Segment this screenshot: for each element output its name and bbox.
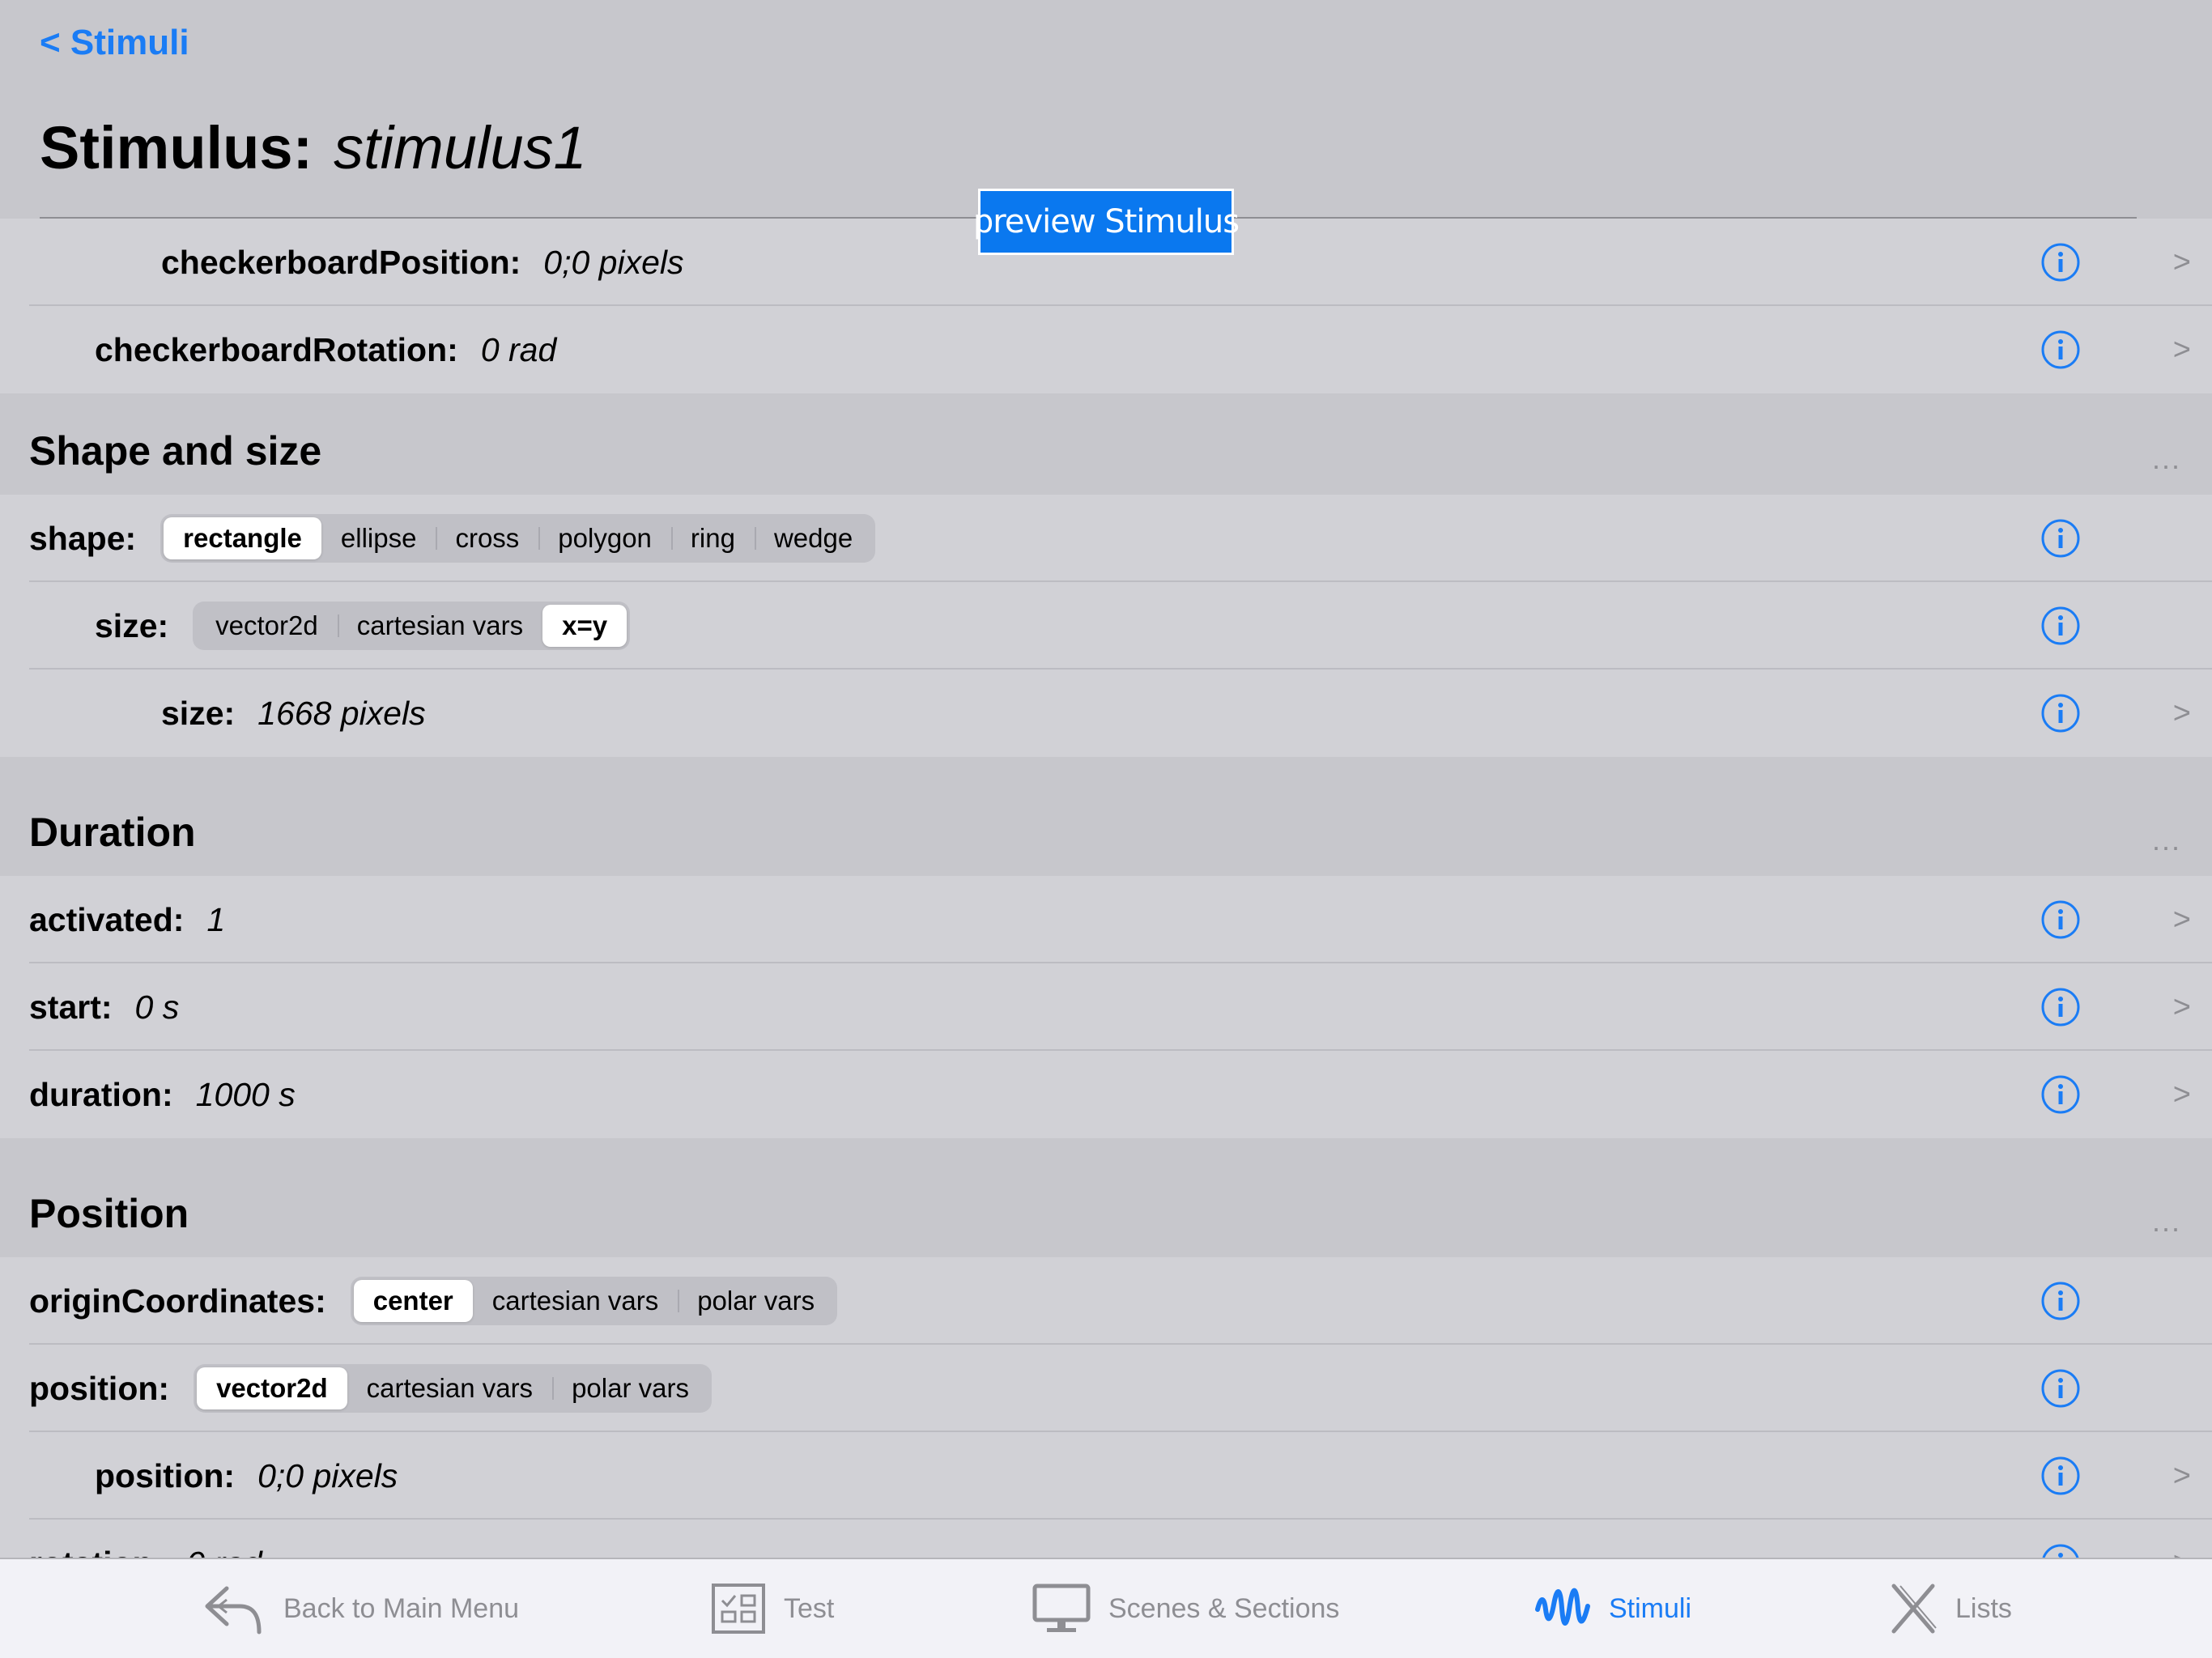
position-mode-segmented-control[interactable]: vector2d cartesian vars polar vars [194, 1364, 712, 1413]
section-title-shape-and-size: Shape and size [29, 428, 322, 474]
info-icon[interactable] [2040, 1543, 2081, 1558]
monitor-icon [1032, 1584, 1091, 1632]
test-grid-icon [712, 1584, 765, 1634]
tab-label: Scenes & Sections [1108, 1592, 1340, 1624]
more-icon[interactable]: ... [2152, 823, 2181, 857]
tab-label: Test [784, 1592, 835, 1624]
checkerboard-position-label: checkerboardPosition: [161, 243, 521, 281]
duration-label: duration: [29, 1075, 173, 1113]
chevron-right-icon[interactable]: > [2173, 900, 2191, 939]
shape-label: shape: [29, 519, 137, 557]
size-mode-segmented-control[interactable]: vector2d cartesian vars x=y [193, 602, 631, 650]
start-value: 0 s [134, 988, 180, 1026]
position-option-polar-vars[interactable]: polar vars [552, 1367, 708, 1409]
chevron-right-icon[interactable]: > [2173, 1456, 2191, 1495]
size-option-vector2d[interactable]: vector2d [196, 605, 338, 647]
lists-x-icon [1891, 1584, 1937, 1634]
tab-bar: Back to Main Menu Test Scenes & Sections… [0, 1558, 2212, 1658]
back-arrow-icon [205, 1586, 262, 1635]
info-icon[interactable] [2040, 1368, 2081, 1409]
origin-option-center[interactable]: center [353, 1280, 473, 1322]
tab-test[interactable]: Test [711, 1559, 834, 1658]
checkerboard-rotation-row[interactable]: checkerboardRotation: 0 rad > [0, 306, 2212, 393]
chevron-right-icon[interactable]: > [2173, 330, 2191, 369]
stimuli-wave-icon [1535, 1588, 1590, 1626]
info-icon[interactable] [2040, 242, 2081, 283]
section-title-duration: Duration [29, 810, 196, 855]
origin-coordinates-label: originCoordinates: [29, 1282, 326, 1320]
page-title-prefix: Stimulus: [40, 114, 313, 181]
shape-option-ellipse[interactable]: ellipse [321, 517, 436, 559]
chevron-right-icon[interactable]: > [2173, 694, 2191, 733]
shape-row: shape: rectangle ellipse cross polygon r… [0, 495, 2212, 582]
page-title: Stimulus: stimulus1 [40, 113, 587, 182]
position-row[interactable]: position: 0;0 pixels > [0, 1432, 2212, 1520]
size-option-x-equals-y[interactable]: x=y [542, 605, 627, 647]
info-icon[interactable] [2040, 693, 2081, 733]
tab-back-to-main-menu[interactable]: Back to Main Menu [202, 1559, 519, 1658]
info-icon[interactable] [2040, 1281, 2081, 1321]
chevron-right-icon[interactable]: > [2173, 988, 2191, 1027]
shape-option-polygon[interactable]: polygon [538, 517, 671, 559]
info-icon[interactable] [2040, 606, 2081, 646]
shape-option-rectangle[interactable]: rectangle [164, 517, 321, 559]
position-option-cartesian-vars[interactable]: cartesian vars [347, 1367, 552, 1409]
size-option-cartesian-vars[interactable]: cartesian vars [337, 605, 542, 647]
position-mode-label: position: [29, 1369, 170, 1407]
more-icon[interactable]: ... [2152, 442, 2181, 476]
tab-scenes-and-sections[interactable]: Scenes & Sections [1032, 1559, 1339, 1658]
info-icon[interactable] [2040, 1456, 2081, 1496]
shape-option-ring[interactable]: ring [670, 517, 755, 559]
duration-value: 1000 s [195, 1075, 296, 1113]
checkerboard-position-value: 0;0 pixels [543, 243, 684, 281]
stimulus-property-list[interactable]: checkerboardPosition: 0;0 pixels > check… [0, 219, 2212, 1558]
tab-label: Lists [1955, 1592, 2012, 1624]
info-icon[interactable] [2040, 1074, 2081, 1115]
section-title-position: Position [29, 1191, 189, 1236]
activated-value: 1 [206, 900, 226, 938]
chevron-right-icon[interactable]: > [2173, 1075, 2191, 1114]
shape-option-wedge[interactable]: wedge [754, 517, 872, 559]
checkerboard-rotation-value: 0 rad [480, 330, 557, 368]
back-to-stimuli-link[interactable]: < Stimuli [40, 23, 189, 63]
shape-option-cross[interactable]: cross [436, 517, 538, 559]
origin-coordinates-segmented-control[interactable]: center cartesian vars polar vars [350, 1277, 838, 1325]
stimulus-name: stimulus1 [334, 114, 587, 181]
rotation-label: rotation: [29, 1545, 164, 1558]
size-value: 1668 pixels [257, 694, 426, 732]
size-row[interactable]: size: 1668 pixels > [0, 670, 2212, 757]
position-option-vector2d[interactable]: vector2d [197, 1367, 347, 1409]
origin-option-cartesian-vars[interactable]: cartesian vars [473, 1280, 678, 1322]
tab-lists[interactable]: Lists [1889, 1559, 2012, 1658]
chevron-right-icon[interactable]: > [2173, 243, 2191, 282]
activated-label: activated: [29, 900, 185, 938]
duration-row[interactable]: duration: 1000 s > [0, 1051, 2212, 1138]
shape-segmented-control[interactable]: rectangle ellipse cross polygon ring wed… [160, 514, 876, 563]
rotation-row[interactable]: rotation: 0 rad > [0, 1520, 2212, 1558]
tab-stimuli[interactable]: Stimuli [1534, 1559, 1691, 1658]
size-mode-label: size: [95, 606, 169, 644]
info-icon[interactable] [2040, 899, 2081, 940]
tab-label: Stimuli [1609, 1592, 1692, 1624]
position-value: 0;0 pixels [257, 1456, 398, 1494]
info-icon[interactable] [2040, 518, 2081, 559]
rotation-value: 0 rad [186, 1545, 262, 1558]
position-mode-row: position: vector2d cartesian vars polar … [0, 1345, 2212, 1432]
start-row[interactable]: start: 0 s > [0, 963, 2212, 1051]
info-icon[interactable] [2040, 987, 2081, 1027]
chevron-right-icon[interactable]: > [2173, 1544, 2191, 1558]
origin-option-polar-vars[interactable]: polar vars [678, 1280, 834, 1322]
checkerboard-rotation-label: checkerboardRotation: [95, 330, 458, 368]
size-mode-row: size: vector2d cartesian vars x=y [0, 582, 2212, 670]
preview-stimulus-button[interactable]: preview Stimulus [973, 189, 1240, 255]
info-icon[interactable] [2040, 329, 2081, 370]
origin-coordinates-row: originCoordinates: center cartesian vars… [0, 1257, 2212, 1345]
start-label: start: [29, 988, 113, 1026]
activated-row[interactable]: activated: 1 > [0, 876, 2212, 963]
tab-label: Back to Main Menu [283, 1592, 520, 1624]
more-icon[interactable]: ... [2152, 1205, 2181, 1239]
size-label: size: [161, 694, 236, 732]
position-label: position: [95, 1456, 236, 1494]
